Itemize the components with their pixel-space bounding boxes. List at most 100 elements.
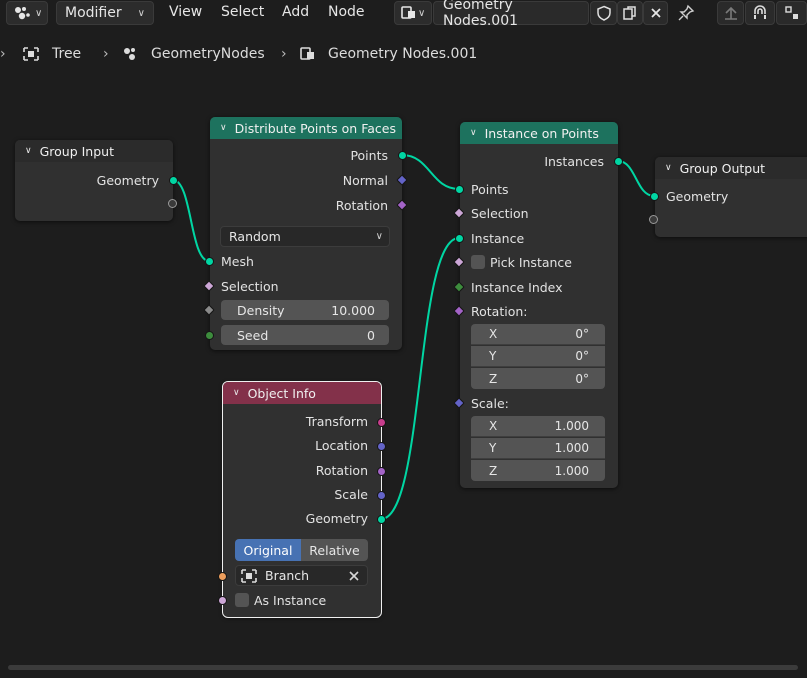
input-socket-points[interactable] [455, 185, 464, 194]
breadcrumb-modifier: GeometryNodes [122, 46, 265, 62]
unlink-node-tree-button[interactable] [643, 1, 668, 25]
object-selector-field[interactable]: Branch [235, 565, 368, 586]
axis-value: 1.000 [554, 419, 589, 433]
axis-value: 0° [575, 327, 589, 341]
output-socket-points[interactable] [398, 151, 407, 160]
node-title: Group Input [39, 143, 114, 159]
duplicate-node-tree-button[interactable] [617, 1, 643, 25]
object-name: Branch [265, 568, 310, 583]
socket-label-geometry: Geometry [96, 173, 159, 188]
collapse-icon[interactable]: ∨ [25, 146, 32, 156]
collapse-icon[interactable]: ∨ [220, 123, 227, 133]
node-header[interactable]: ∨ Distribute Points on Faces [210, 117, 402, 139]
pin-icon [678, 4, 695, 21]
input-socket-empty[interactable] [649, 215, 658, 224]
parent-node-tree-button[interactable] [717, 1, 744, 25]
menu-add[interactable]: Add [282, 4, 309, 20]
input-socket-object[interactable] [218, 572, 227, 581]
input-socket-geometry[interactable] [650, 192, 659, 201]
chevron-right-icon: › [0, 46, 6, 62]
output-socket-empty[interactable] [168, 199, 177, 208]
context-mode-dropdown[interactable]: Modifier ∨ [56, 1, 154, 25]
as-instance-checkbox[interactable] [235, 593, 249, 607]
output-socket-geometry[interactable] [169, 176, 178, 185]
instance-on-points-node[interactable]: ∨ Instance on Points Instances Points Se… [460, 122, 618, 488]
axis-label: Z [489, 371, 498, 386]
input-socket-instance[interactable] [455, 234, 464, 243]
transform-space-relative-button[interactable]: Relative [301, 539, 368, 561]
output-socket-geometry[interactable] [377, 515, 386, 524]
arrow-up-icon [724, 6, 737, 20]
seed-field[interactable]: Seed 0 [221, 325, 389, 345]
fake-user-button[interactable] [590, 1, 617, 25]
output-socket-location[interactable] [377, 442, 386, 451]
chevron-down-icon: ∨ [35, 7, 43, 19]
density-field[interactable]: Density 10.000 [221, 300, 389, 320]
chevron-right-icon: › [103, 46, 109, 62]
duplicate-icon [623, 6, 636, 20]
rotation-y-field[interactable]: Y 0° [471, 346, 605, 367]
menu-node[interactable]: Node [328, 4, 365, 20]
link-group-input-to-mesh [172, 179, 210, 262]
close-icon[interactable] [348, 570, 360, 582]
socket-label-selection: Selection [221, 279, 279, 294]
group-output-node[interactable]: ∨ Group Output Geometry [655, 157, 807, 237]
collapse-icon[interactable]: ∨ [665, 163, 672, 173]
node-header[interactable]: ∨ Instance on Points [460, 122, 618, 144]
axis-label: X [489, 327, 498, 341]
object-info-node[interactable]: ∨ Object Info Transform Location Rotatio… [222, 381, 382, 618]
scale-z-field[interactable]: Z 1.000 [471, 460, 605, 481]
socket-label-rotation: Rotation [315, 463, 368, 478]
horizontal-scrollbar[interactable] [8, 665, 798, 670]
pick-instance-checkbox[interactable] [471, 255, 485, 269]
axis-value: 0° [575, 349, 589, 363]
collapse-icon[interactable]: ∨ [233, 388, 240, 398]
input-socket-mesh[interactable] [205, 257, 214, 266]
axis-label: Z [489, 463, 498, 478]
input-socket-as-instance[interactable] [218, 596, 227, 605]
socket-label-transform: Transform [305, 414, 368, 429]
socket-label-selection: Selection [471, 206, 529, 221]
snap-toggle-button[interactable] [745, 1, 775, 25]
browse-node-tree-button[interactable]: ∨ [394, 1, 432, 25]
snap-grid-icon [784, 6, 798, 19]
editor-type-selector[interactable]: ∨ [6, 1, 48, 25]
pin-button[interactable] [673, 1, 699, 25]
object-icon [241, 568, 257, 583]
output-socket-rotation[interactable] [377, 467, 386, 476]
original-label: Original [243, 542, 293, 558]
menu-select[interactable]: Select [221, 4, 264, 20]
socket-label-instance-index: Instance Index [471, 280, 563, 295]
node-header[interactable]: ∨ Object Info [223, 382, 381, 404]
input-socket-seed[interactable] [205, 331, 214, 340]
node-header[interactable]: ∨ Group Input [15, 140, 173, 162]
breadcrumb-object: Tree [22, 46, 81, 62]
socket-label-scale: Scale: [471, 396, 509, 411]
seed-label: Seed [237, 327, 269, 343]
chevron-down-icon: ∨ [418, 7, 426, 19]
socket-label-geometry: Geometry [305, 511, 368, 526]
node-header[interactable]: ∨ Group Output [655, 157, 807, 179]
chevron-down-icon: ∨ [137, 7, 145, 19]
output-socket-scale[interactable] [377, 491, 386, 500]
scale-x-field[interactable]: X 1.000 [471, 416, 605, 437]
collapse-icon[interactable]: ∨ [470, 128, 477, 138]
distribute-method-dropdown[interactable]: Random ∨ [220, 226, 390, 247]
node-tree-icon [300, 47, 314, 60]
output-socket-transform[interactable] [377, 418, 386, 427]
scale-y-field[interactable]: Y 1.000 [471, 438, 605, 459]
node-tree-name-field[interactable]: Geometry Nodes.001 [433, 0, 589, 29]
group-input-node[interactable]: ∨ Group Input Geometry [15, 140, 173, 221]
transform-space-original-button[interactable]: Original [235, 539, 301, 561]
node-tree-name: Geometry Nodes.001 [443, 0, 519, 29]
socket-label-points: Points [350, 148, 388, 163]
snap-settings-button[interactable] [776, 1, 807, 25]
rotation-z-field[interactable]: Z 0° [471, 368, 605, 389]
distribute-points-on-faces-node[interactable]: ∨ Distribute Points on Faces Points Norm… [210, 117, 402, 350]
node-title: Distribute Points on Faces [234, 120, 396, 136]
output-socket-instances[interactable] [614, 157, 623, 166]
axis-value: 1.000 [554, 441, 589, 455]
menu-view[interactable]: View [169, 4, 202, 20]
socket-label-location: Location [315, 438, 368, 453]
rotation-x-field[interactable]: X 0° [471, 324, 605, 345]
